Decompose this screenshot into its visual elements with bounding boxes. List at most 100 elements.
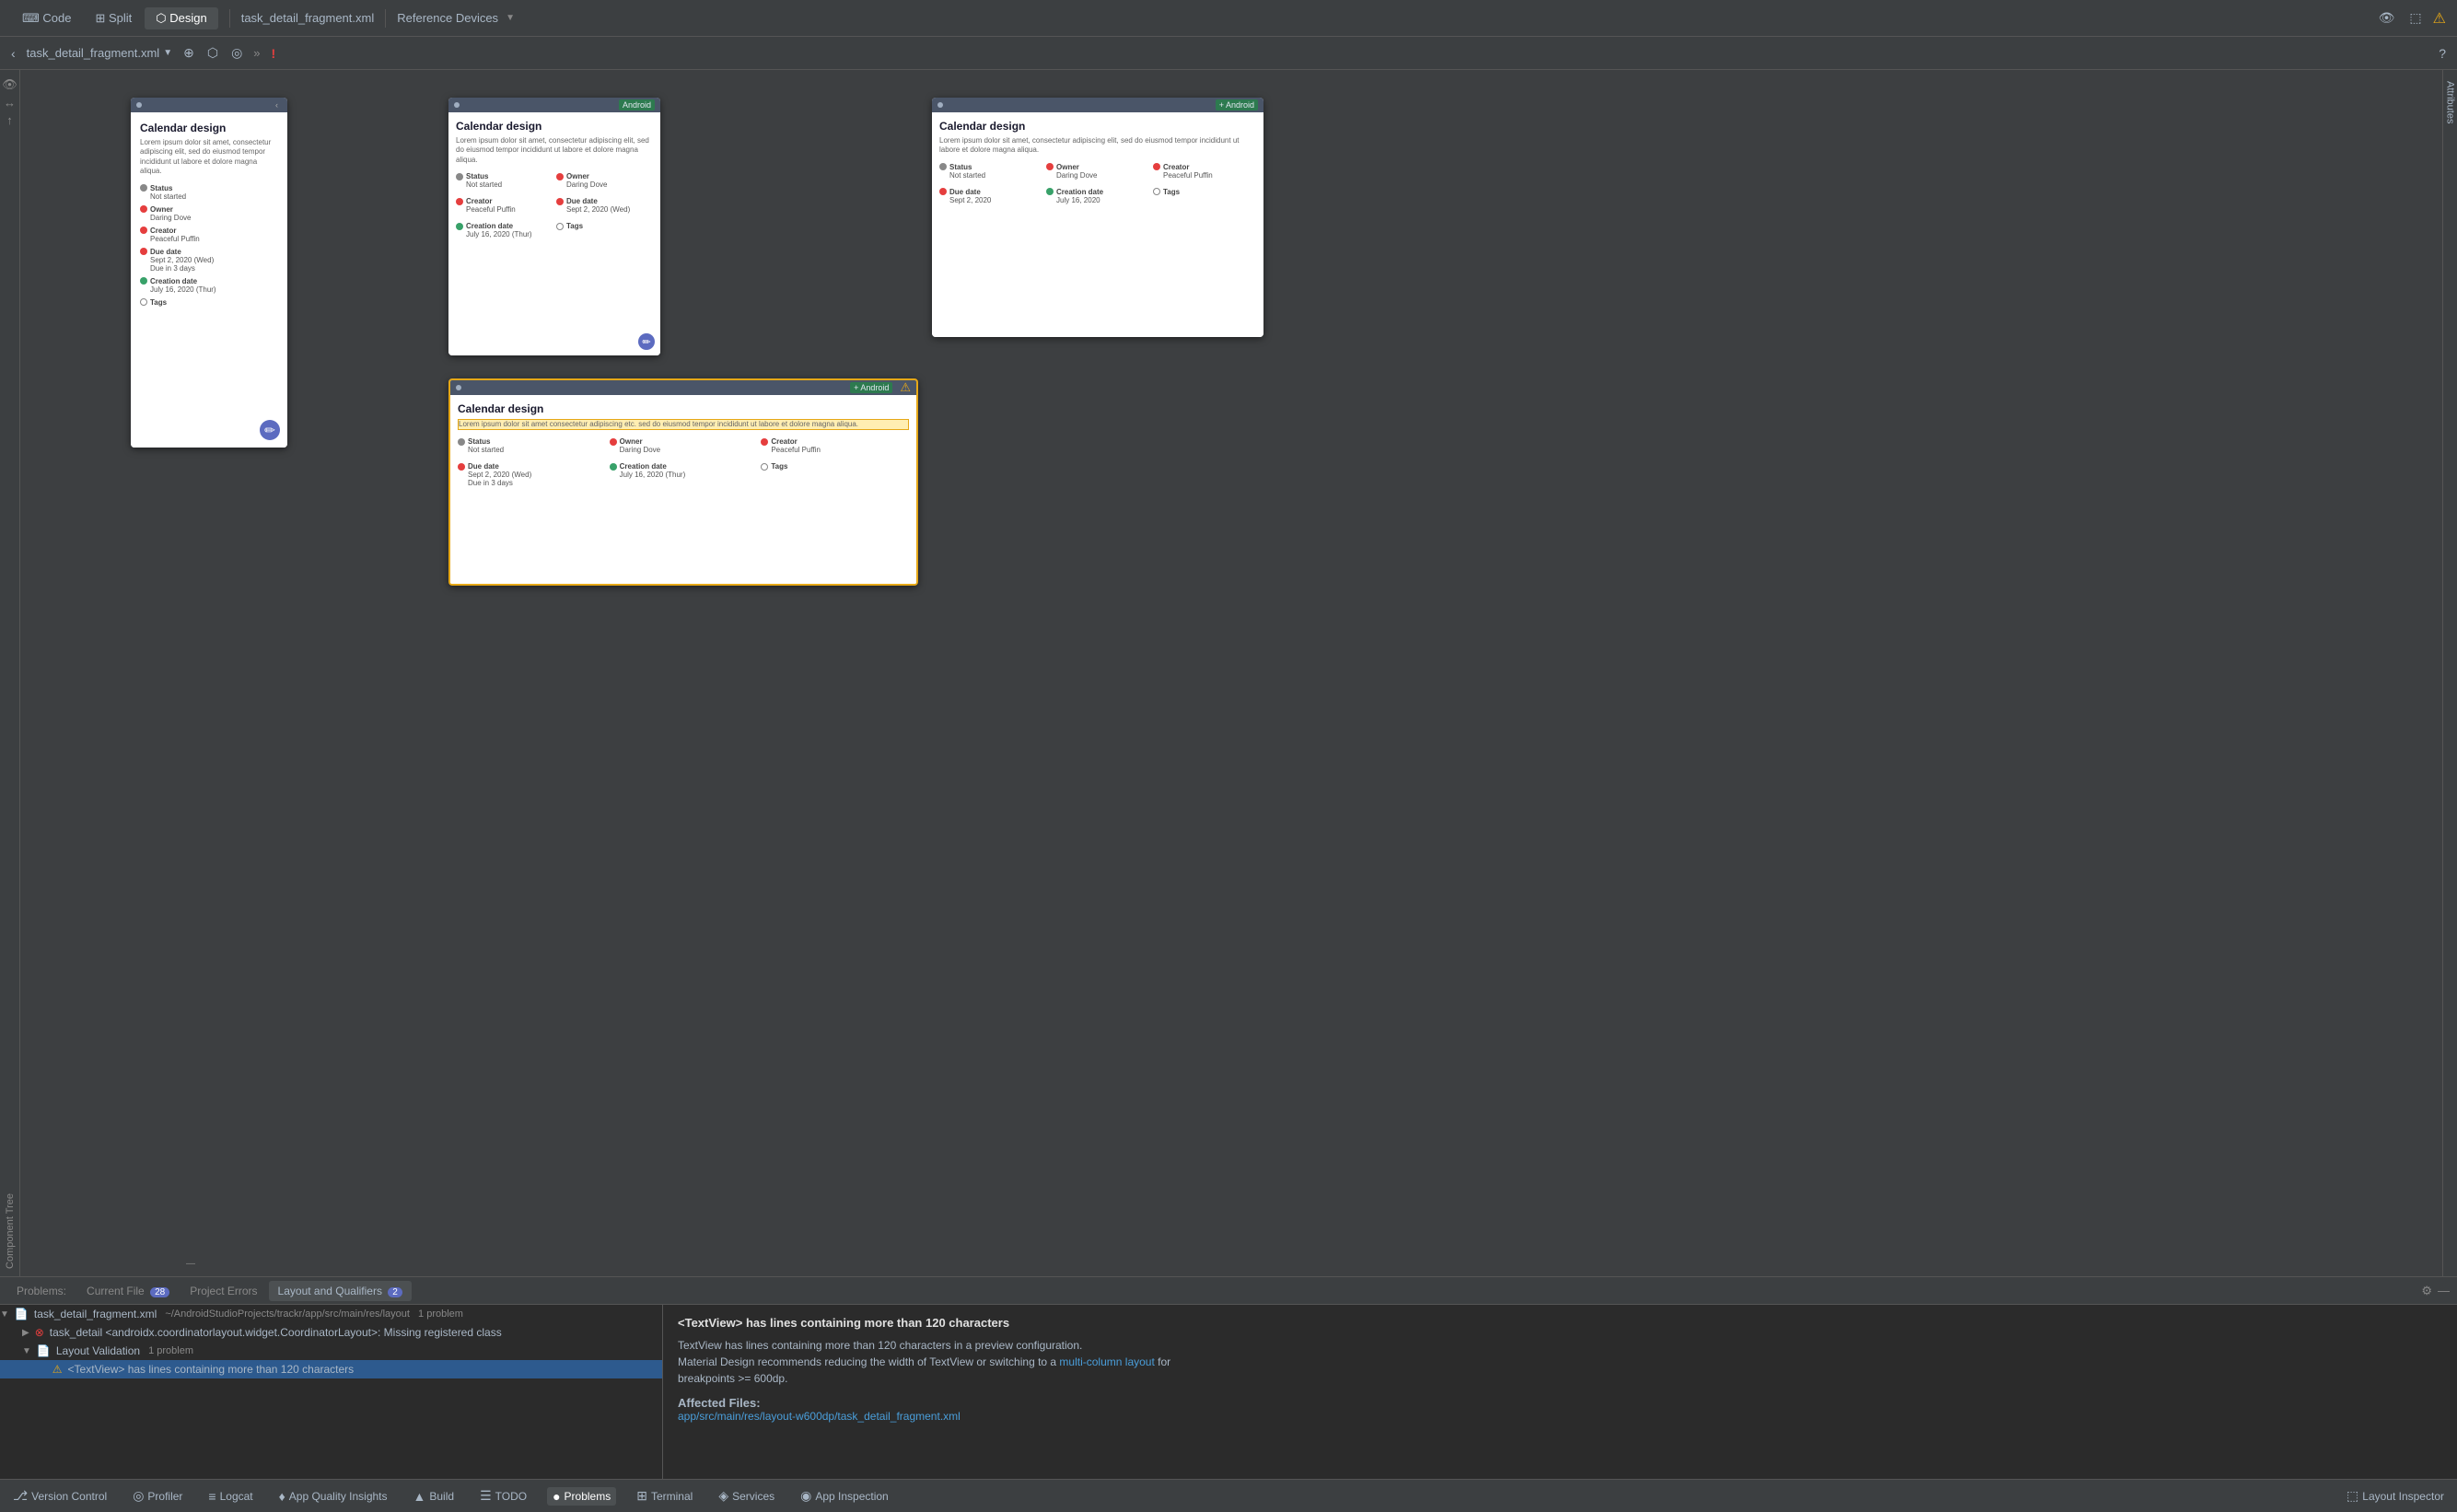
- design-surface-icon[interactable]: ⊕: [180, 43, 198, 63]
- zoom-help[interactable]: ?: [2435, 44, 2450, 63]
- blueprint-icon[interactable]: ⬡: [204, 43, 222, 63]
- up-arrow-icon[interactable]: ↑: [6, 113, 13, 127]
- terminal-icon: ⊞: [636, 1488, 647, 1504]
- more-button[interactable]: »: [253, 46, 260, 60]
- tab-problems[interactable]: Problems:: [7, 1281, 76, 1301]
- editor-tabs: ⌨ Code ⊞ Split ⬡ Design: [11, 7, 218, 29]
- field-creator-1: Creator Peaceful Puffin: [140, 227, 278, 243]
- status-dot-1: [140, 184, 147, 192]
- device-frame-2: Android Calendar design Lorem ipsum dolo…: [448, 98, 660, 355]
- device-header-1: ‹: [131, 98, 287, 112]
- horizontal-arrows-icon[interactable]: ↔: [4, 96, 16, 110]
- status-profiler[interactable]: ◎ Profiler: [127, 1486, 188, 1506]
- problems-list: ▼ 📄 task_detail_fragment.xml ~/AndroidSt…: [0, 1305, 663, 1479]
- tags-dot-1: [140, 298, 147, 306]
- problem-item-file[interactable]: ▼ 📄 task_detail_fragment.xml ~/AndroidSt…: [0, 1305, 662, 1323]
- tab-project-errors[interactable]: Project Errors: [180, 1281, 266, 1301]
- tab-code[interactable]: ⌨ Code: [11, 7, 82, 29]
- component-tree-tab[interactable]: Component Tree: [5, 1193, 16, 1269]
- fab-button-2[interactable]: ✏: [638, 333, 655, 350]
- logcat-label: Logcat: [220, 1490, 253, 1503]
- settings-icon[interactable]: ⚙: [2421, 1284, 2432, 1298]
- split-icon: ⊞: [95, 11, 109, 25]
- minimize-icon[interactable]: —: [2438, 1284, 2450, 1298]
- fab-button-1[interactable]: ✏: [260, 420, 280, 440]
- tab-current-file[interactable]: Current File 28: [77, 1281, 179, 1301]
- build-label: Build: [429, 1490, 454, 1503]
- device-fields-3: StatusNot started OwnerDaring Dove Creat…: [939, 163, 1256, 209]
- android-badge-2: Android: [619, 99, 655, 110]
- expand-icon-1: ▼: [0, 1309, 9, 1320]
- layout-validation-count: 1 problem: [146, 1345, 193, 1356]
- detail-link[interactable]: multi-column layout: [1059, 1355, 1154, 1368]
- status-app-quality[interactable]: ♦ App Quality Insights: [274, 1487, 393, 1506]
- services-label: Services: [732, 1490, 774, 1503]
- tab-design[interactable]: ⬡ Design: [145, 7, 217, 29]
- device-icon[interactable]: ⬚: [2405, 8, 2425, 28]
- attributes-tab[interactable]: Attributes: [2443, 77, 2457, 127]
- file-breadcrumb-1[interactable]: task_detail_fragment.xml: [241, 11, 375, 25]
- problem-item-textview-warning[interactable]: ⚠ <TextView> has lines containing more t…: [0, 1360, 662, 1378]
- status-terminal[interactable]: ⊞ Terminal: [631, 1486, 698, 1506]
- error-text-1: task_detail <androidx.coordinatorlayout.…: [50, 1326, 502, 1339]
- status-todo[interactable]: ☰ TODO: [474, 1486, 532, 1506]
- layout-validation-text: Layout Validation: [56, 1344, 140, 1357]
- device-close-1[interactable]: ‹: [272, 99, 282, 111]
- profiler-label: Profiler: [147, 1490, 182, 1503]
- field-status-1: Status Not started: [140, 184, 278, 201]
- problems-panel: Problems: Current File 28 Project Errors…: [0, 1276, 2457, 1479]
- reference-devices-label[interactable]: Reference Devices: [397, 11, 498, 25]
- profiler-icon: ◎: [133, 1488, 144, 1504]
- problem-detail-panel: <TextView> has lines containing more tha…: [663, 1305, 2457, 1479]
- device-desc-3: Lorem ipsum dolor sit amet, consectetur …: [939, 136, 1256, 156]
- eye-icon[interactable]: 👁: [2375, 8, 2399, 28]
- version-control-icon: ⎇: [13, 1488, 28, 1504]
- device-dot-1: [136, 102, 142, 108]
- back-button[interactable]: ‹: [7, 44, 19, 63]
- expand-icon-2: ▶: [22, 1328, 29, 1338]
- device-content-3: Calendar design Lorem ipsum dolor sit am…: [932, 112, 1263, 337]
- status-layout-inspector[interactable]: ⬚ Layout Inspector: [2341, 1486, 2450, 1506]
- owner-dot-1: [140, 205, 147, 213]
- secondary-toolbar: ‹ task_detail_fragment.xml ▼ ⊕ ⬡ ◎ » ! ?: [0, 37, 2457, 70]
- status-problems[interactable]: ● Problems: [547, 1487, 616, 1506]
- layout-icon[interactable]: ◎: [227, 43, 246, 63]
- app-inspection-icon: ◉: [800, 1488, 811, 1504]
- textview-warning-text: <TextView> has lines containing more tha…: [68, 1363, 355, 1376]
- toolbar-divider-1: [229, 9, 230, 28]
- toolbar-design-icons: ⊕ ⬡ ◎: [180, 43, 246, 63]
- status-services[interactable]: ◈ Services: [713, 1486, 780, 1506]
- detail-body: TextView has lines containing more than …: [678, 1337, 2442, 1387]
- device-fields-4: StatusNot started OwnerDaring Dove Creat…: [458, 437, 909, 492]
- reference-devices-dropdown[interactable]: ▼: [506, 13, 515, 23]
- device-title-4: Calendar design: [458, 402, 909, 415]
- problems-content: ▼ 📄 task_detail_fragment.xml ~/AndroidSt…: [0, 1305, 2457, 1479]
- status-build[interactable]: ▲ Build: [408, 1487, 460, 1506]
- file-icon-1: 📄: [15, 1308, 29, 1320]
- file-path-text: ~/AndroidStudioProjects/trackr/app/src/m…: [162, 1308, 410, 1320]
- tab-split[interactable]: ⊞ Split: [84, 7, 143, 29]
- device-header-3: + Android: [932, 98, 1263, 112]
- expand-icon-3: ▼: [22, 1346, 31, 1356]
- detail-title: <TextView> has lines containing more tha…: [678, 1316, 2442, 1330]
- tab-layout-qualifiers[interactable]: Layout and Qualifiers 2: [269, 1281, 412, 1301]
- status-app-inspection[interactable]: ◉ App Inspection: [795, 1486, 894, 1506]
- build-icon: ▲: [413, 1489, 426, 1504]
- file-dropdown-arrow[interactable]: ▼: [163, 48, 172, 58]
- device-dot-2: [454, 102, 460, 108]
- eye-toggle-icon[interactable]: 👁: [2, 77, 17, 92]
- field-creation-1: Creation date July 16, 2020 (Thur): [140, 277, 278, 294]
- detail-affected-file[interactable]: app/src/main/res/layout-w600dp/task_deta…: [678, 1410, 2442, 1423]
- problem-item-error[interactable]: ▶ ⊗ task_detail <androidx.coordinatorlay…: [0, 1323, 662, 1342]
- status-logcat[interactable]: ≡ Logcat: [203, 1487, 258, 1506]
- device-fields-2: StatusNot started OwnerDaring Dove Creat…: [456, 172, 653, 243]
- file-name-label: task_detail_fragment.xml ▼: [27, 46, 172, 60]
- toolbar-right: 👁 ⬚ ⚠: [2375, 8, 2446, 28]
- device-title-1: Calendar design: [140, 122, 278, 134]
- error-badge[interactable]: !: [268, 44, 280, 63]
- problem-item-layout-validation[interactable]: ▼ 📄 Layout Validation 1 problem: [0, 1342, 662, 1360]
- device-frame-1: ‹ Calendar design Lorem ipsum dolor sit …: [131, 98, 287, 448]
- file-count: 1 problem: [415, 1308, 463, 1320]
- problems-label: Problems: [565, 1490, 611, 1503]
- status-version-control[interactable]: ⎇ Version Control: [7, 1486, 112, 1506]
